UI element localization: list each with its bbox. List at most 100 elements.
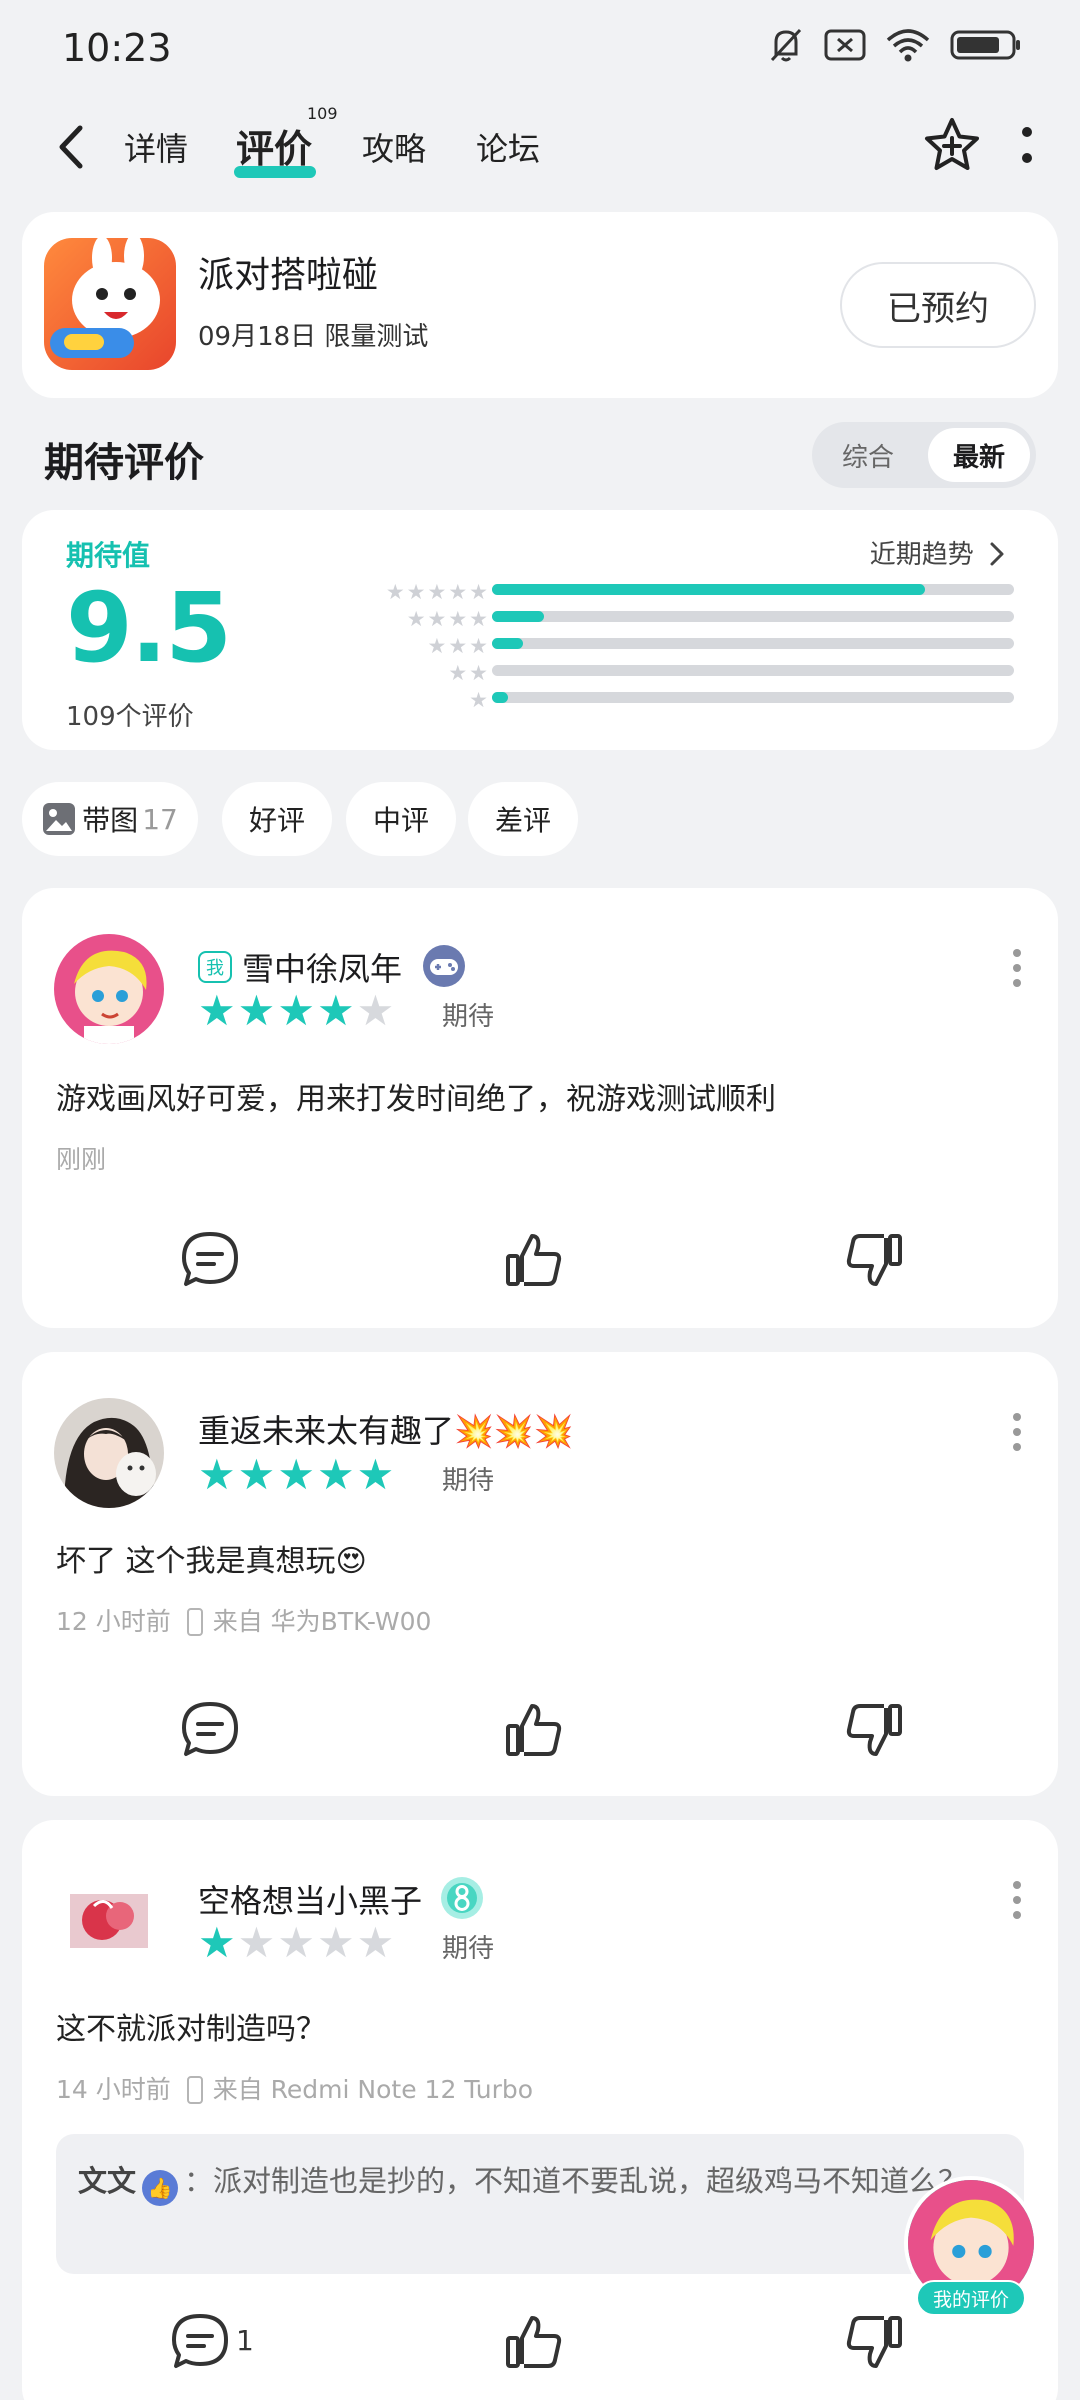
me-tag: 我 xyxy=(198,951,232,983)
review-time: 14 小时前 xyxy=(56,2075,171,2104)
filter-with-image[interactable]: 带图 17 xyxy=(22,782,198,856)
review-stars: ★★★★★ xyxy=(198,1922,396,1964)
reply-preview[interactable]: 文文 👍 ：派对制造也是抄的，不知道不要乱说，超级鸡马不知道么？ xyxy=(56,2134,1024,2274)
review-text: 坏了 这个我是真想玩😍 xyxy=(56,1544,367,1579)
review-device: 来自 华为BTK-W00 xyxy=(212,1607,432,1636)
review-meta: 12 小时前 来自 华为BTK-W00 xyxy=(56,1602,431,1638)
section-title: 期待评价 xyxy=(44,440,204,486)
avatar[interactable] xyxy=(54,1398,164,1508)
distribution-track xyxy=(492,611,1014,622)
review-more-icon[interactable] xyxy=(1012,1880,1022,1920)
distribution-fill xyxy=(492,611,545,622)
review-more-icon[interactable] xyxy=(1012,1412,1022,1452)
game-name: 派对搭啦碰 xyxy=(198,255,379,296)
distribution-track xyxy=(492,638,1014,649)
star-empty-icon: ★ xyxy=(356,1918,397,1967)
back-arrow-icon[interactable] xyxy=(52,120,92,174)
more-vertical-icon[interactable] xyxy=(1020,122,1034,170)
comment-icon[interactable] xyxy=(178,1228,242,1292)
star-filled-icon: ★ xyxy=(277,986,317,1035)
review-time: 刚刚 xyxy=(56,1145,107,1174)
thumbs-down-icon[interactable] xyxy=(842,1228,906,1292)
phone-icon xyxy=(186,2076,203,2104)
thumbs-up-icon[interactable] xyxy=(502,2310,566,2374)
reserved-button[interactable]: 已预约 xyxy=(840,262,1036,348)
review-text: 这不就派对制造吗？ xyxy=(56,2012,326,2047)
distribution-fill xyxy=(492,692,508,703)
distribution-stars: ★★ xyxy=(448,661,490,685)
distribution-fill xyxy=(492,584,926,595)
tab-details[interactable]: 详情 xyxy=(124,124,188,170)
review-stars: ★★★★★ xyxy=(198,1454,396,1496)
distribution-fill xyxy=(492,638,524,649)
filter-neutral[interactable]: 中评 xyxy=(346,782,456,856)
review-username[interactable]: 空格想当小黑子 xyxy=(198,1876,484,1922)
filter-negative[interactable]: 差评 xyxy=(468,782,578,856)
phone-icon xyxy=(186,1608,203,1636)
wifi-icon xyxy=(886,29,930,62)
thumbs-down-icon[interactable] xyxy=(842,2310,906,2374)
filter-positive[interactable]: 好评 xyxy=(222,782,332,856)
review-username[interactable]: 重返未来太有趣了💥💥💥 xyxy=(198,1406,574,1452)
sort-option-overall[interactable]: 综合 xyxy=(820,428,916,482)
review-more-icon[interactable] xyxy=(1012,948,1022,988)
rating-distribution-row: ★★★★★ xyxy=(22,580,1058,604)
recent-trend-link[interactable]: 近期趋势 xyxy=(870,534,1006,571)
tab-forum[interactable]: 论坛 xyxy=(476,124,540,170)
sort-option-latest[interactable]: 最新 xyxy=(928,428,1030,482)
rating-summary-card: 期待值 9.5 109个评价 近期趋势 ★★★★★ ★★★★ ★★★ ★★ ★ xyxy=(22,510,1058,750)
avatar[interactable] xyxy=(54,1866,164,1976)
my-review-button[interactable]: 我的评价 xyxy=(904,2176,1038,2316)
star-filled-icon: ★ xyxy=(198,986,238,1035)
review-card: 我雪中徐凤年 ★★★★★ 期待 游戏画风好可爱，用来打发时间绝了，祝游戏测试顺利… xyxy=(22,888,1058,1328)
thumbs-up-icon[interactable] xyxy=(502,1228,566,1292)
tab-reviews-count-badge: 109 xyxy=(307,104,338,123)
my-review-label: 我的评价 xyxy=(916,2280,1026,2316)
review-username-text: 雪中徐凤年 xyxy=(242,950,403,988)
rating-distribution-row: ★★ xyxy=(22,661,1058,685)
star-empty-icon: ★ xyxy=(277,1918,317,1967)
game-card[interactable]: 派对搭啦碰 09月18日 限量测试 已预约 xyxy=(22,212,1058,398)
review-text: 游戏画风好可爱，用来打发时间绝了，祝游戏测试顺利 xyxy=(56,1082,776,1117)
distribution-stars: ★★★★★ xyxy=(385,580,490,604)
review-username[interactable]: 我雪中徐凤年 xyxy=(198,944,466,990)
tab-guides[interactable]: 攻略 xyxy=(362,124,426,170)
gamepad-icon xyxy=(423,945,466,987)
distribution-track xyxy=(492,665,1014,676)
status-icons xyxy=(768,26,1022,64)
filter-with-image-count: 17 xyxy=(142,802,178,836)
star-empty-icon: ★ xyxy=(356,986,397,1035)
review-time: 12 小时前 xyxy=(56,1607,171,1636)
comment-icon[interactable] xyxy=(168,2310,232,2374)
star-filled-icon: ★ xyxy=(356,1450,397,1499)
star-filled-icon: ★ xyxy=(316,986,357,1035)
comment-icon[interactable] xyxy=(178,1698,242,1762)
avatar[interactable] xyxy=(54,934,164,1044)
star-empty-icon: ★ xyxy=(316,1918,357,1967)
star-filled-icon: ★ xyxy=(237,986,278,1035)
distribution-stars: ★★★ xyxy=(427,634,490,658)
reply-text: 文文 👍 ：派对制造也是抄的，不知道不要乱说，超级鸡马不知道么？ xyxy=(78,2158,1002,2206)
thumbs-up-badge-icon: 👍 xyxy=(142,2170,179,2206)
game-subtitle: 09月18日 限量测试 xyxy=(198,322,429,352)
thumbs-down-icon[interactable] xyxy=(842,1698,906,1762)
thumbs-up-icon[interactable] xyxy=(502,1698,566,1762)
nav-bar: 详情 评价 109 攻略 论坛 xyxy=(0,100,1080,194)
filter-with-image-label: 带图 xyxy=(82,804,139,837)
star-plus-icon[interactable] xyxy=(920,114,984,178)
star-filled-icon: ★ xyxy=(237,1450,278,1499)
review-tag: 期待 xyxy=(442,1466,495,1496)
game-icon xyxy=(44,238,176,370)
reply-content: ：派对制造也是抄的，不知道不要乱说，超级鸡马不知道么？ xyxy=(184,2164,968,2198)
comment-count: 1 xyxy=(236,2324,254,2357)
review-tag: 期待 xyxy=(442,1002,495,1032)
sim-off-icon xyxy=(824,29,866,61)
star-filled-icon: ★ xyxy=(316,1450,357,1499)
reply-author: 文文 xyxy=(78,2164,137,2198)
distribution-track xyxy=(492,584,1014,595)
recent-trend-label: 近期趋势 xyxy=(869,540,974,570)
tab-reviews[interactable]: 评价 xyxy=(236,118,312,173)
status-time: 10:23 xyxy=(62,26,172,70)
distribution-track xyxy=(492,692,1014,703)
star-filled-icon: ★ xyxy=(198,1450,238,1499)
